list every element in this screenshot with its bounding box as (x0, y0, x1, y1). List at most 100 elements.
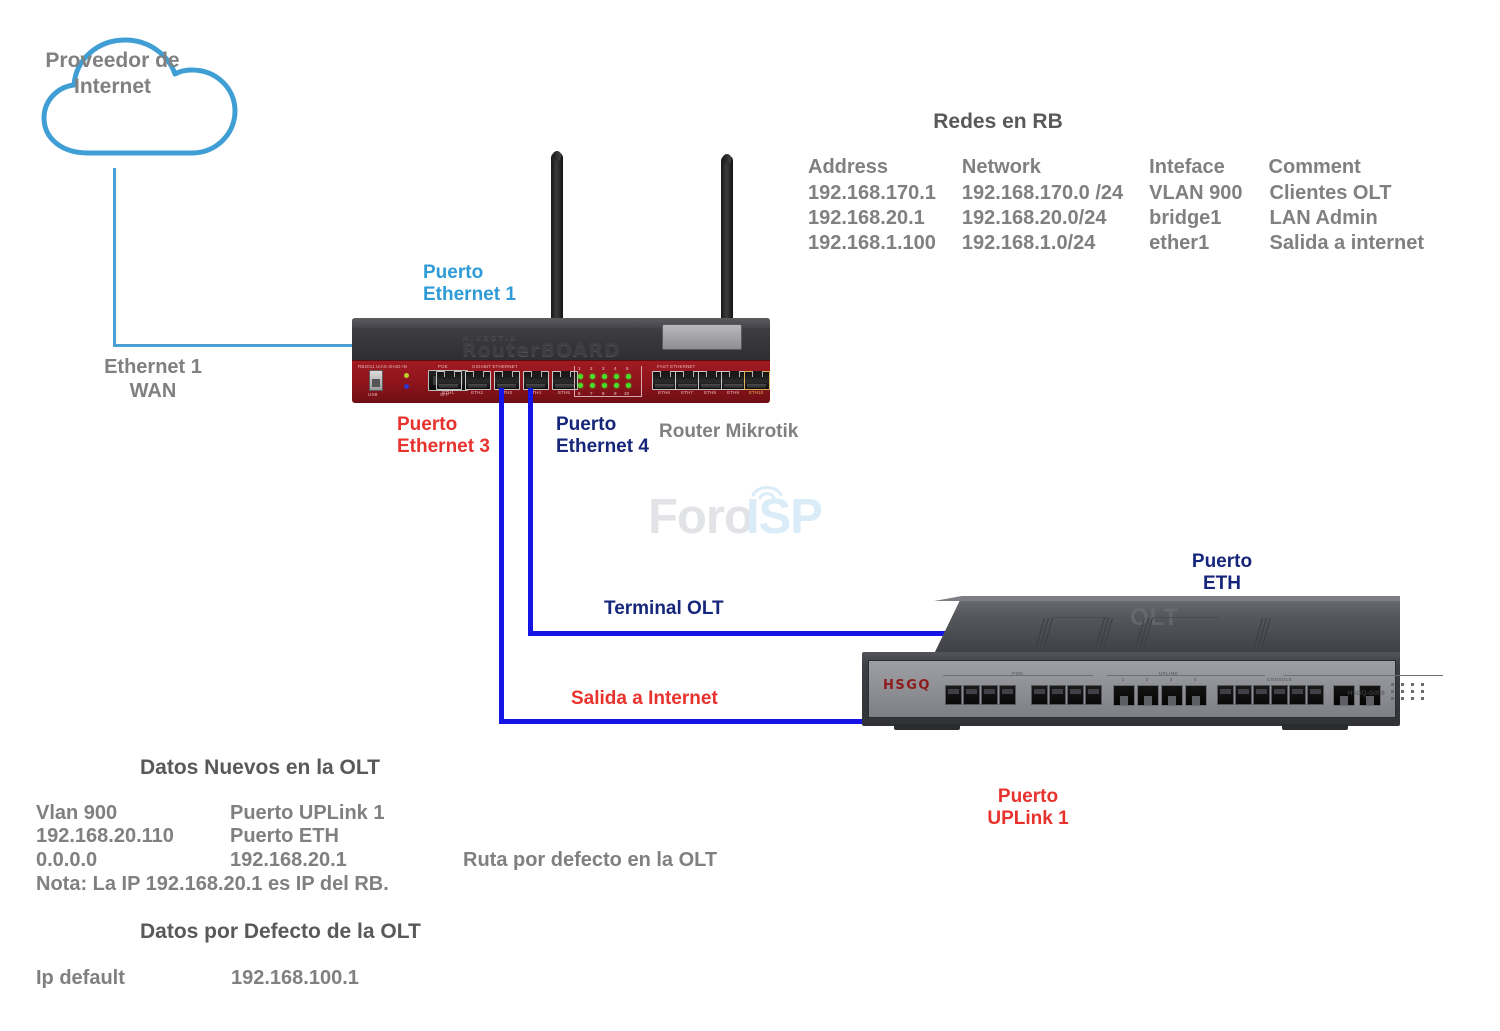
olt-default-data-title: Datos por Defecto de la OLT (140, 920, 421, 943)
networks-cell-interface-1: VLAN 900 (1149, 182, 1243, 204)
router-port-eth2 (465, 371, 491, 390)
olt-new-cell-2-1: 192.168.20.110 (36, 825, 174, 847)
networks-cell-comment-2: LAN Admin (1269, 207, 1378, 229)
networks-cell-comment-1: Clientes OLT (1269, 182, 1392, 204)
table-row: Ip default 192.168.100.1 (36, 966, 360, 991)
olt-pon-label: PON (1012, 671, 1024, 676)
puerto-eth-olt-label: Puerto ETH (1191, 551, 1253, 595)
networks-cell-address-3: 192.168.1.100 (808, 232, 936, 254)
puerto-uplink1-label: Puerto UPLink 1 (987, 786, 1069, 830)
olt-uplink-port-2 (1137, 685, 1159, 706)
olt-uplink-port-4 (1185, 685, 1207, 706)
olt-brand-logo: HSGQ (883, 678, 931, 693)
olt-new-data-note: Nota: La IP 192.168.20.1 es IP del RB. (36, 873, 389, 895)
mikrotik-router-device: MIKROTIK RouterBOARD RB2011 UiAS-2HnD-IN… (352, 318, 770, 403)
foroisp-watermark: Foro ISP (648, 483, 858, 545)
salida-a-internet-label: Salida a Internet (571, 688, 718, 709)
router-led-num-5: 5 (626, 366, 629, 371)
router-port-eth4 (523, 371, 549, 390)
router-lcd-panel (662, 324, 742, 350)
olt-model-label: HSGQ-G008 (1347, 691, 1385, 697)
olt-default-cell-1-1: Ip default (36, 967, 125, 989)
router-port-eth10 (744, 371, 770, 390)
olt-uplink-port-3-num: 3 (1169, 677, 1173, 682)
table-row: 192.168.20.1 192.168.20.0/24 bridge1 LAN… (808, 206, 1425, 231)
table-row: 0.0.0.0 192.168.20.1 Ruta por defecto en… (36, 848, 718, 873)
watermark-foro: Foro (648, 490, 754, 544)
router-gigabit-label: GIGABIT ETHERNET (472, 364, 518, 369)
olt-new-cell-2-3 (462, 825, 718, 848)
olt-new-cell-1-3 (462, 802, 718, 825)
router-led-matrix (574, 366, 642, 397)
olt-default-data-table: Ip default 192.168.100.1 (36, 966, 360, 991)
router-led-num-9: 9 (614, 391, 617, 396)
olt-console-label: CONSOLE (1267, 677, 1293, 682)
olt-top-watermark: OLT (1130, 604, 1180, 631)
router-poe-label: POE (438, 364, 448, 369)
networks-cell-network-1: 192.168.170.0 /24 (961, 182, 1124, 204)
cable-eth3-vertical (499, 388, 504, 724)
olt-uplink-port-1 (1113, 685, 1135, 706)
olt-new-data-title: Datos Nuevos en la OLT (140, 756, 380, 779)
router-led-num-2: 2 (590, 366, 593, 371)
router-port-eth2-label: ETH2 (471, 390, 483, 395)
olt-new-cell-3-3: Ruta por defecto en la OLT (463, 849, 718, 871)
router-antenna-left (551, 151, 563, 322)
router-port-eth3-label: ETH3 (500, 390, 512, 395)
olt-new-cell-3-1: 0.0.0.0 (36, 849, 98, 871)
router-brand-emboss: MIKROTIK RouterBOARD (462, 334, 672, 361)
router-led-num-1: 1 (578, 366, 581, 371)
olt-new-data-table: Vlan 900 Puerto UPLink 1 192.168.20.110 … (36, 802, 718, 873)
networks-cell-interface-2: bridge1 (1149, 207, 1222, 229)
networks-table-block: Redes en RB Address Network Inteface Com… (808, 110, 1498, 256)
puerto-ethernet-4-label: Puerto Ethernet 4 (556, 414, 649, 458)
router-led-num-8: 8 (602, 391, 605, 396)
router-led-num-3: 3 (602, 366, 605, 371)
cable-isp-vertical (113, 168, 116, 346)
router-usb-label: USB (368, 392, 378, 397)
networks-header-interface: Inteface (1149, 156, 1225, 178)
networks-table-title: Redes en RB (933, 110, 1063, 133)
diagram-canvas: Proveedor de Internet Ethernet 1 WAN Pue… (0, 0, 1500, 1031)
networks-cell-address-2: 192.168.20.1 (808, 207, 925, 229)
table-row: 192.168.170.1 192.168.170.0 /24 VLAN 900… (808, 181, 1425, 206)
cable-eth4-vertical (528, 388, 533, 636)
networks-table-header-row: Address Network Inteface Comment (808, 156, 1425, 181)
hsgq-olt-device: OLT HSGQ PON UPLINK CONSOLE 1 2 3 4 HSGQ… (862, 596, 1443, 736)
olt-uplink-label: UPLINK (1159, 671, 1178, 676)
router-fast-label: FAST ETHERNET (657, 364, 696, 369)
router-brand-text: RouterBOARD (462, 339, 621, 361)
router-model-text: RB2011 UiAS-2HnD-IN (358, 364, 408, 369)
networks-cell-network-2: 192.168.20.0/24 (961, 207, 1107, 229)
router-usb-port (369, 370, 383, 391)
networks-table: Address Network Inteface Comment 192.168… (808, 156, 1425, 256)
table-row: Vlan 900 Puerto UPLink 1 (36, 802, 718, 825)
olt-uplink-port-4-num: 4 (1193, 677, 1197, 682)
router-port-eth3 (494, 371, 520, 390)
olt-new-cell-2-2: Puerto ETH (230, 825, 339, 847)
networks-cell-network-3: 192.168.1.0/24 (961, 232, 1096, 254)
olt-front-panel: HSGQ PON UPLINK CONSOLE 1 2 3 4 HSGQ-G00… (868, 660, 1443, 718)
router-led-num-7: 7 (590, 391, 593, 396)
router-mikrotik-label: Router Mikrotik (659, 421, 799, 442)
router-led-num-6: 6 (578, 391, 581, 396)
networks-cell-address-1: 192.168.170.1 (808, 182, 936, 204)
router-port-eth10-label: ETH10 (748, 390, 764, 395)
router-port-eth4-label: ETH4 (529, 390, 541, 395)
router-led-yellow (404, 373, 409, 378)
router-led-blue (404, 384, 409, 389)
table-row: 192.168.20.110 Puerto ETH (36, 825, 718, 848)
olt-new-cell-1-2: Puerto UPLink 1 (230, 802, 385, 824)
networks-header-address: Address (808, 156, 889, 178)
wan-label: Ethernet 1 WAN (104, 356, 202, 402)
router-front-panel: RB2011 UiAS-2HnD-IN POE GIGABIT ETHERNET… (352, 360, 770, 403)
olt-default-cell-1-2: 192.168.100.1 (231, 967, 359, 989)
router-led-num-10: 10 (624, 391, 630, 396)
olt-new-data-block: Datos Nuevos en la OLT Vlan 900 Puerto U… (36, 756, 736, 896)
router-port-eth1 (436, 371, 462, 390)
networks-cell-comment-3: Salida a internet (1269, 232, 1425, 254)
router-port-eth1-label: ETH1 (442, 390, 454, 395)
watermark-isp: ISP (746, 490, 823, 544)
terminal-olt-label: Terminal OLT (604, 598, 724, 619)
cloud-label: Proveedor de Internet (45, 49, 180, 98)
